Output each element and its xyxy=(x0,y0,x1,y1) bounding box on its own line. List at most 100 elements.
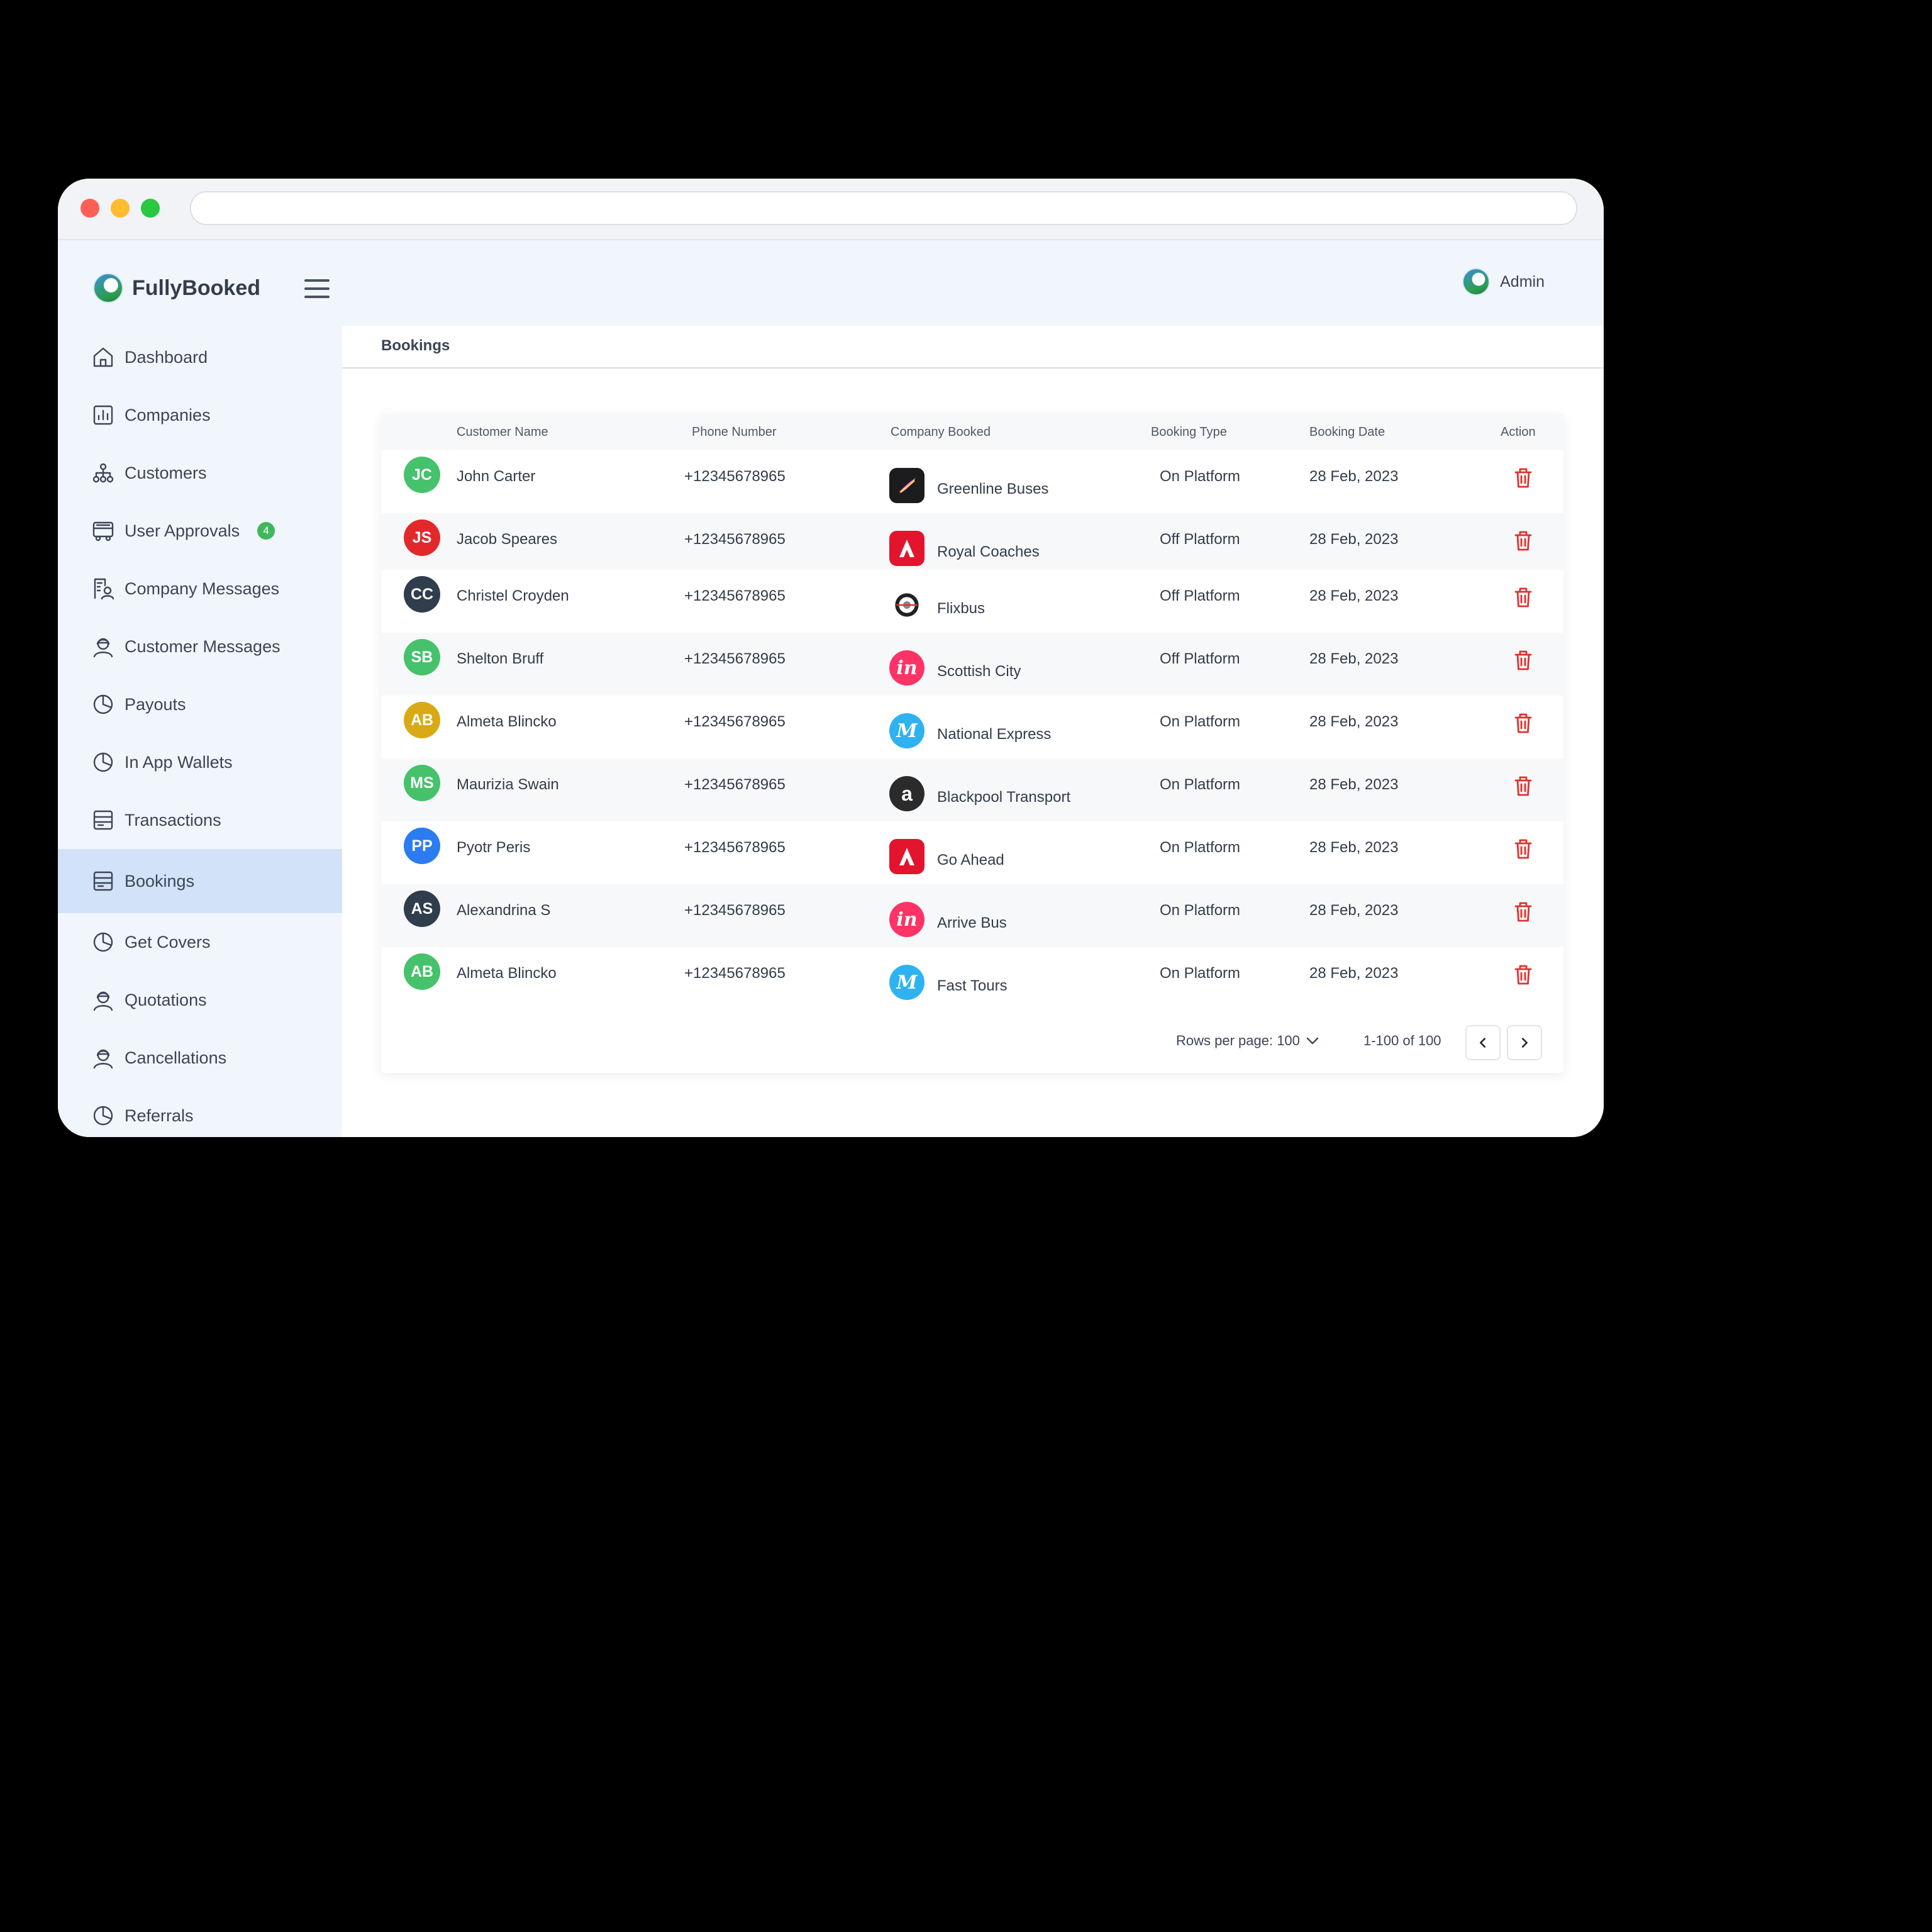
sidebar-item-label: Company Messages xyxy=(125,579,280,598)
column-header-booking-type[interactable]: Booking Type xyxy=(1151,425,1227,440)
avatar: AB xyxy=(404,953,440,990)
pie-chart-icon xyxy=(91,750,116,775)
sidebar-item-user-approvals[interactable]: User Approvals 4 xyxy=(58,502,342,560)
sidebar-item-label: Payouts xyxy=(125,694,186,714)
phone-number: +12345678965 xyxy=(684,650,786,667)
sidebar-item-cancellations[interactable]: Cancellations xyxy=(58,1029,342,1087)
phone-number: +12345678965 xyxy=(684,965,786,982)
company-name: Go Ahead xyxy=(937,852,1004,869)
rows-per-page-label: Rows per page: 100 xyxy=(1176,1033,1300,1048)
sidebar-item-label: Get Covers xyxy=(125,932,211,952)
customer-name: Pyotr Peris xyxy=(457,839,531,856)
customer-name: Almeta Blincko xyxy=(457,713,557,730)
customer-name: Maurizia Swain xyxy=(457,776,559,793)
admin-label: Admin xyxy=(1500,272,1545,291)
company-name: Arrive Bus xyxy=(937,914,1007,931)
support-agent-icon xyxy=(91,987,116,1013)
column-header-company-booked[interactable]: Company Booked xyxy=(891,425,991,440)
booking-type: Off Platform xyxy=(1160,587,1240,604)
sidebar-item-label: Referrals xyxy=(125,1106,194,1125)
chevron-right-icon xyxy=(1521,1038,1528,1048)
support-agent-icon xyxy=(91,1045,116,1070)
phone-number: +12345678965 xyxy=(684,776,786,793)
rows-per-page-select[interactable]: Rows per page: 100 xyxy=(1176,1033,1320,1049)
booking-date: 28 Feb, 2023 xyxy=(1309,965,1399,982)
bus-icon xyxy=(91,518,116,543)
trash-icon[interactable] xyxy=(1511,899,1536,924)
phone-number: +12345678965 xyxy=(684,587,786,604)
sidebar-item-payouts[interactable]: Payouts xyxy=(58,675,342,733)
menu-toggle-icon[interactable] xyxy=(304,279,330,298)
table-row[interactable]: AB Almeta Blincko +12345678965 M Fast To… xyxy=(381,947,1563,1010)
trash-icon[interactable] xyxy=(1511,711,1536,736)
sidebar-item-label: Dashboard xyxy=(125,347,208,367)
doc-user-icon xyxy=(91,576,116,601)
home-icon xyxy=(91,345,116,370)
column-header-phone-number[interactable]: Phone Number xyxy=(692,425,777,440)
trash-icon[interactable] xyxy=(1511,836,1536,862)
table-row[interactable]: SB Shelton Bruff +12345678965 in Scottis… xyxy=(381,633,1563,696)
company-name: Flixbus xyxy=(937,600,985,617)
booking-date: 28 Feb, 2023 xyxy=(1309,587,1399,604)
minimize-window-button[interactable] xyxy=(111,199,130,218)
trash-icon[interactable] xyxy=(1511,774,1536,799)
table-row[interactable]: AB Almeta Blincko +12345678965 M Nationa… xyxy=(381,696,1563,758)
sidebar-item-customers[interactable]: Customers xyxy=(58,444,342,502)
next-page-button[interactable] xyxy=(1507,1025,1542,1060)
table-row[interactable]: CC Christel Croyden +12345678965 Flixbus… xyxy=(381,570,1563,633)
booking-type: On Platform xyxy=(1160,902,1241,919)
maximize-window-button[interactable] xyxy=(141,199,160,218)
notification-badge: 4 xyxy=(257,522,275,540)
avatar: AS xyxy=(404,891,440,927)
sidebar-item-label: Cancellations xyxy=(125,1048,227,1067)
sidebar-item-customer-messages[interactable]: Customer Messages xyxy=(58,618,342,675)
phone-number: +12345678965 xyxy=(684,468,786,485)
column-header-action: Action xyxy=(1501,425,1536,439)
avatar: SB xyxy=(404,639,440,675)
table-row[interactable]: JC John Carter +12345678965 Greenline Bu… xyxy=(381,450,1563,513)
sidebar-item-dashboard[interactable]: Dashboard xyxy=(58,328,342,386)
brand-name: FullyBooked xyxy=(132,275,261,300)
booking-date: 28 Feb, 2023 xyxy=(1309,902,1399,919)
sidebar-item-label: Customer Messages xyxy=(125,636,280,656)
booking-type: On Platform xyxy=(1160,713,1241,730)
sidebar-item-companies[interactable]: Companies xyxy=(58,386,342,444)
trash-icon[interactable] xyxy=(1511,465,1536,491)
booking-date: 28 Feb, 2023 xyxy=(1309,468,1399,485)
sidebar-item-quotations[interactable]: Quotations xyxy=(58,971,342,1029)
close-window-button[interactable] xyxy=(80,199,99,218)
browser-chrome xyxy=(58,179,1604,240)
table-row[interactable]: JS Jacob Speares +12345678965 Royal Coac… xyxy=(381,513,1563,570)
chevron-left-icon xyxy=(1480,1038,1486,1048)
company-name: Fast Tours xyxy=(937,977,1008,994)
sidebar-item-in-app-wallets[interactable]: In App Wallets xyxy=(58,733,342,791)
trash-icon[interactable] xyxy=(1511,962,1536,987)
sidebar-item-bookings[interactable]: Bookings xyxy=(58,849,342,913)
booking-date: 28 Feb, 2023 xyxy=(1309,650,1399,667)
booking-type: On Platform xyxy=(1160,839,1241,856)
main-content: Bookings Customer Name Phone Number Comp… xyxy=(342,326,1604,1137)
sidebar-item-get-covers[interactable]: Get Covers xyxy=(58,913,342,971)
sidebar-item-transactions[interactable]: Transactions xyxy=(58,791,342,849)
customer-name: Almeta Blincko xyxy=(457,965,557,982)
address-bar[interactable] xyxy=(190,191,1577,225)
sidebar-item-referrals[interactable]: Referrals xyxy=(58,1087,342,1137)
phone-number: +12345678965 xyxy=(684,713,786,730)
table-row[interactable]: AS Alexandrina S +12345678965 in Arrive … xyxy=(381,884,1563,947)
column-header-customer-name[interactable]: Customer Name xyxy=(457,425,548,440)
sidebar-item-company-messages[interactable]: Company Messages xyxy=(58,560,342,618)
brand[interactable]: FullyBooked xyxy=(93,272,260,304)
column-header-booking-date[interactable]: Booking Date xyxy=(1309,425,1385,440)
booking-type: On Platform xyxy=(1160,776,1241,793)
trash-icon[interactable] xyxy=(1511,528,1536,553)
previous-page-button[interactable] xyxy=(1465,1025,1501,1060)
trash-icon[interactable] xyxy=(1511,648,1536,673)
company-name: Blackpool Transport xyxy=(937,789,1071,806)
booking-type: Off Platform xyxy=(1160,531,1240,548)
admin-menu[interactable]: Admin xyxy=(1462,268,1545,296)
trash-icon[interactable] xyxy=(1511,585,1536,610)
table-row[interactable]: PP Pyotr Peris +12345678965 Go Ahead On … xyxy=(381,821,1563,884)
table-row[interactable]: MS Maurizia Swain +12345678965 a Blackpo… xyxy=(381,758,1563,821)
sidebar-item-label: Bookings xyxy=(125,871,195,891)
browser-window: FullyBooked Dashboard Companies Customer… xyxy=(58,179,1604,1137)
